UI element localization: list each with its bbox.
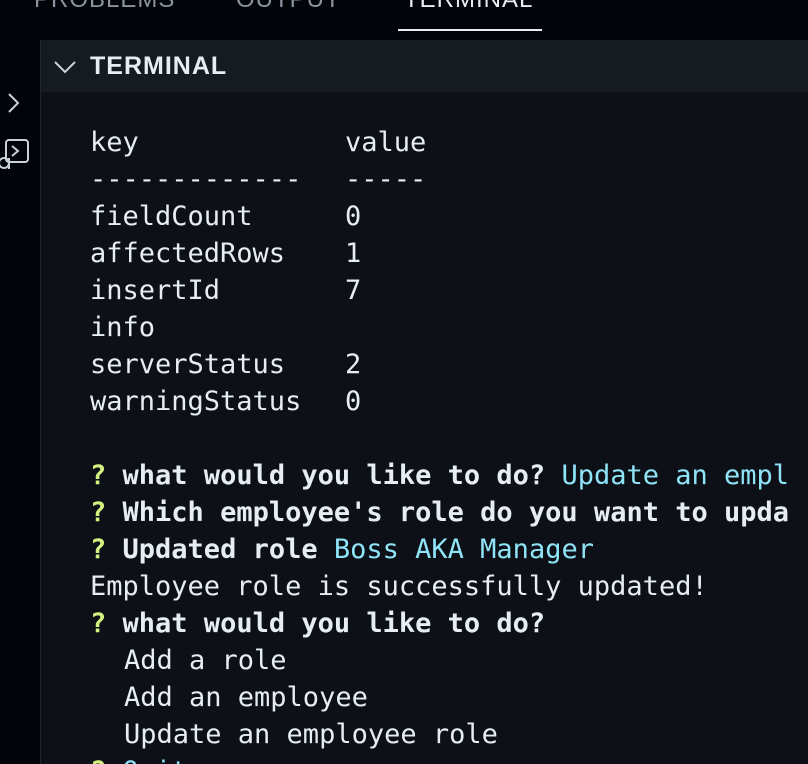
prompt-line: ? Which employee's role do you want to u…: [90, 494, 808, 531]
prompt-question: Which employee's role do you want to upd…: [122, 497, 790, 528]
menu-option-update-role[interactable]: Update an employee role: [90, 716, 808, 753]
terminal-output[interactable]: key value ------------- ----- fieldCount 0 …: [90, 124, 808, 764]
table-separator-value: -----: [345, 164, 427, 195]
prompt-marker: ?: [90, 497, 107, 528]
prompt-question: what would you like to do?: [122, 608, 546, 639]
prompt-line: ? Updated role Boss AKA Manager: [90, 531, 808, 568]
table-separator-key: -------------: [90, 164, 302, 195]
menu-option-quit[interactable]: ? Quit: [90, 753, 808, 764]
prompt-line: ? what would you like to do? Update an e…: [90, 457, 808, 494]
table-header-value: value: [345, 127, 427, 158]
table-row: warningStatus 0: [90, 383, 808, 420]
terminal-icon[interactable]: [0, 136, 32, 172]
active-tab-indicator: [398, 29, 542, 31]
terminal-panel: TERMINAL key value ------------- ----- fie…: [41, 40, 808, 764]
prompt-marker: ?: [90, 460, 107, 491]
row-key: info: [90, 312, 156, 343]
chevron-down-icon[interactable]: [53, 56, 77, 78]
menu-option-add-role[interactable]: Add a role: [90, 642, 808, 679]
table-row: fieldCount 0: [90, 198, 808, 235]
row-key: insertId: [90, 275, 221, 306]
table-row: insertId 7: [90, 272, 808, 309]
row-value: 0: [345, 201, 362, 232]
table-separator: ------------- -----: [90, 161, 808, 198]
prompt-marker: ?: [90, 608, 107, 639]
success-message: Employee role is successfully updated!: [90, 571, 708, 602]
table-header: key value: [90, 124, 808, 161]
menu-option-quit-label: Quit: [123, 756, 188, 764]
row-value: 0: [345, 386, 362, 417]
row-key: fieldCount: [90, 201, 253, 232]
table-row: affectedRows 1: [90, 235, 808, 272]
prompt-answer: Boss AKA Manager: [333, 534, 594, 565]
tab-problems[interactable]: PROBLEMS: [34, 0, 175, 14]
row-value: 2: [345, 349, 362, 380]
menu-option-add-employee[interactable]: Add an employee: [90, 679, 808, 716]
row-key: warningStatus: [90, 386, 302, 417]
tab-output[interactable]: OUTPUT: [236, 0, 341, 14]
table-header-key: key: [90, 127, 139, 158]
row-value: 1: [345, 238, 362, 269]
chevron-right-icon[interactable]: [4, 92, 22, 114]
row-key: affectedRows: [90, 238, 286, 269]
selection-marker: ?: [90, 756, 106, 764]
table-row: serverStatus 2: [90, 346, 808, 383]
left-activity-strip: [0, 40, 41, 764]
tab-terminal[interactable]: TERMINAL: [404, 0, 533, 14]
menu-prompt-line: ? what would you like to do?: [90, 605, 808, 642]
prompt-answer: Update an empl: [561, 460, 790, 491]
prompt-marker: ?: [90, 534, 107, 565]
panel-title: TERMINAL: [90, 52, 228, 80]
row-key: serverStatus: [90, 349, 286, 380]
prompt-question: what would you like to do?: [122, 460, 546, 491]
prompt-question: Updated role: [122, 534, 318, 565]
table-row: info: [90, 309, 808, 346]
panel-tab-bar: PROBLEMS OUTPUT TERMINAL: [0, 0, 808, 40]
vscode-terminal-window: PROBLEMS OUTPUT TERMINAL TERMINAL key val…: [0, 0, 808, 764]
panel-header: TERMINAL: [41, 40, 808, 92]
row-value: 7: [345, 275, 362, 306]
